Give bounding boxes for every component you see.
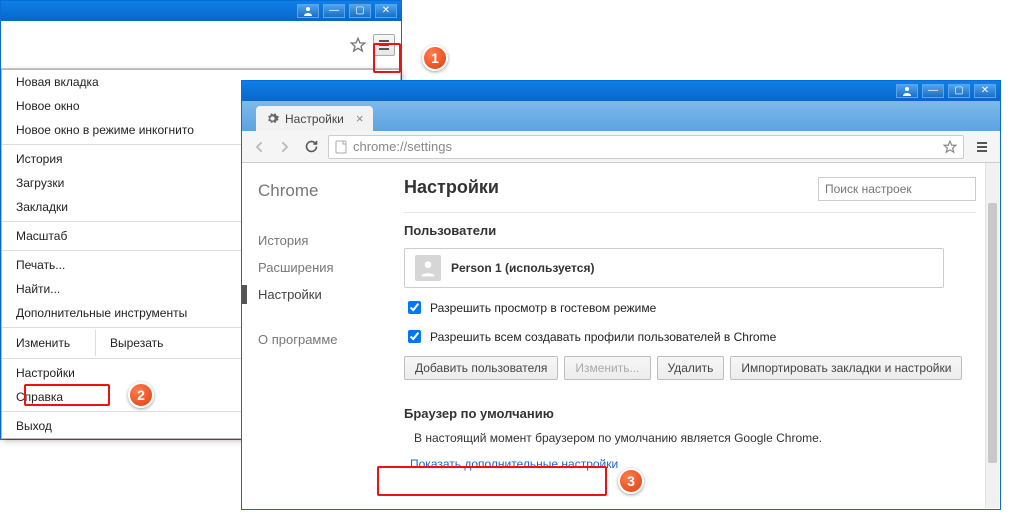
bookmark-star-icon[interactable] <box>347 34 369 56</box>
person-label: Person 1 (используется) <box>451 261 594 275</box>
forward-icon[interactable] <box>276 138 294 156</box>
settings-window: — ▢ ✕ Настройки × chrome://settings Chro… <box>241 80 1001 510</box>
sidebar-item-history[interactable]: История <box>258 227 384 254</box>
btn-edit-user: Изменить... <box>564 356 650 380</box>
avatar-icon <box>415 255 441 281</box>
sidebar-item-extensions[interactable]: Расширения <box>258 254 384 281</box>
page-icon <box>335 140 347 154</box>
settings-content: Chrome История Расширения Настройки О пр… <box>242 163 1000 509</box>
tab-close-icon[interactable]: × <box>356 111 364 126</box>
close-button[interactable]: ✕ <box>974 84 996 98</box>
default-browser-text: В настоящий момент браузером по умолчани… <box>414 431 976 445</box>
hamburger-menu-icon[interactable] <box>373 34 395 56</box>
settings-search-input[interactable] <box>818 177 976 201</box>
users-button-row: Добавить пользователя Изменить... Удалит… <box>404 356 976 380</box>
menu-edit-label[interactable]: Изменить <box>2 330 96 356</box>
settings-main: Настройки Пользователи Person 1 (использ… <box>384 163 1000 509</box>
vertical-scrollbar[interactable] <box>985 163 999 508</box>
sidebar-item-about[interactable]: О программе <box>258 326 384 353</box>
address-bar: chrome://settings <box>242 131 1000 163</box>
btn-import[interactable]: Импортировать закладки и настройки <box>730 356 962 380</box>
btn-delete-user[interactable]: Удалить <box>657 356 725 380</box>
callout-2: 2 <box>128 382 154 408</box>
win2-title-bar: — ▢ ✕ <box>242 81 1000 101</box>
tab-label: Настройки <box>285 112 344 126</box>
chk-profiles-row[interactable]: Разрешить всем создавать профили пользов… <box>404 327 976 346</box>
win1-toolbar <box>1 21 401 69</box>
user-icon[interactable] <box>297 4 319 18</box>
user-icon[interactable] <box>896 84 918 98</box>
scroll-thumb[interactable] <box>988 203 997 463</box>
close-button[interactable]: ✕ <box>375 4 397 18</box>
sidebar-title: Chrome <box>258 181 384 201</box>
maximize-button[interactable]: ▢ <box>349 4 371 18</box>
url-field[interactable]: chrome://settings <box>328 135 964 159</box>
person-box[interactable]: Person 1 (используется) <box>404 248 944 288</box>
tab-settings[interactable]: Настройки × <box>256 106 373 131</box>
settings-sidebar: Chrome История Расширения Настройки О пр… <box>242 163 384 509</box>
reload-icon[interactable] <box>302 138 320 156</box>
users-section-title: Пользователи <box>404 223 976 238</box>
hamburger-menu-icon[interactable] <box>972 137 992 157</box>
win1-title-bar: — ▢ ✕ <box>1 1 401 21</box>
chk-profiles-label: Разрешить всем создавать профили пользов… <box>430 330 776 344</box>
tab-strip: Настройки × <box>242 101 1000 131</box>
chk-guest-label: Разрешить просмотр в гостевом режиме <box>430 301 656 315</box>
gear-icon <box>266 112 279 125</box>
minimize-button[interactable]: — <box>323 4 345 18</box>
btn-add-user[interactable]: Добавить пользователя <box>404 356 558 380</box>
maximize-button[interactable]: ▢ <box>948 84 970 98</box>
url-text: chrome://settings <box>353 139 452 154</box>
chk-profiles[interactable] <box>408 330 421 343</box>
chk-guest[interactable] <box>408 301 421 314</box>
default-browser-title: Браузер по умолчанию <box>404 406 976 421</box>
minimize-button[interactable]: — <box>922 84 944 98</box>
back-icon[interactable] <box>250 138 268 156</box>
bookmark-star-icon[interactable] <box>943 140 957 154</box>
chk-guest-row[interactable]: Разрешить просмотр в гостевом режиме <box>404 298 976 317</box>
callout-1: 1 <box>422 45 448 71</box>
callout-3: 3 <box>618 468 644 494</box>
menu-edit-cut[interactable]: Вырезать <box>96 330 177 356</box>
sidebar-item-settings[interactable]: Настройки <box>258 281 384 308</box>
show-advanced-link[interactable]: Показать дополнительные настройки <box>404 455 624 473</box>
page-title: Настройки <box>404 177 499 198</box>
